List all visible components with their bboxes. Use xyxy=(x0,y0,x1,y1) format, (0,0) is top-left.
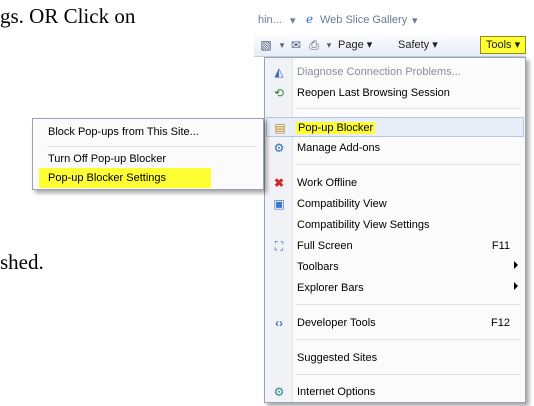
submenu-arrow-icon xyxy=(514,282,518,290)
submenu-item-label: Turn Off Pop-up Blocker xyxy=(48,153,166,165)
menu-item-label: Diagnose Connection Problems... xyxy=(297,66,461,78)
document-text-line-2: shed. xyxy=(0,250,44,274)
menu-item-diagnose-connection[interactable]: ◭ Diagnose Connection Problems... xyxy=(266,62,524,82)
read-mail-icon[interactable]: ✉ xyxy=(288,37,304,53)
page-menu-button[interactable]: Page ▾ xyxy=(338,37,372,53)
web-slice-icon: ℯ xyxy=(306,12,314,26)
submenu-arrow-icon xyxy=(514,261,518,269)
menu-separator xyxy=(296,108,520,109)
menu-item-compatibility-view-settings[interactable]: Compatibility View Settings xyxy=(266,215,524,235)
favorites-bar: hin... ▾ ℯ Web Slice Gallery ▾ xyxy=(254,0,526,34)
menu-separator xyxy=(296,374,520,375)
document-text-line-1: gs. OR Click on xyxy=(0,4,136,28)
tools-menu-button[interactable]: Tools ▾ xyxy=(480,36,526,54)
popup-blocker-submenu: Block Pop-ups from This Site... Turn Off… xyxy=(32,118,264,190)
submenu-item-block-popups-site[interactable]: Block Pop-ups from This Site... xyxy=(35,122,261,142)
safety-menu-button[interactable]: Safety ▾ xyxy=(398,37,438,53)
command-bar: ▧ ▾ ✉ ⎙ ▾ Page ▾ Safety ▾ Tools ▾ xyxy=(254,34,526,57)
addons-icon: ⚙ xyxy=(273,141,285,155)
reopen-icon: ⟲ xyxy=(273,86,285,100)
menu-item-suggested-sites[interactable]: Suggested Sites xyxy=(266,348,524,368)
menu-item-full-screen[interactable]: ⛶ Full Screen F11 xyxy=(266,236,524,256)
popup-blocker-icon: ▤ xyxy=(274,121,286,135)
menu-item-label: Compatibility View Settings xyxy=(297,219,430,231)
menu-item-label: Developer Tools xyxy=(297,317,376,329)
menu-item-label: Full Screen xyxy=(297,240,353,252)
rss-feeds-icon[interactable]: ▧ xyxy=(258,37,274,53)
web-slice-gallery-link[interactable]: Web Slice Gallery xyxy=(320,14,407,26)
compat-view-icon: ▣ xyxy=(273,197,285,211)
menu-separator xyxy=(47,146,257,147)
menu-separator xyxy=(296,164,520,165)
chevron-down-icon[interactable]: ▾ xyxy=(321,37,337,53)
menu-item-reopen-session[interactable]: ⟲ Reopen Last Browsing Session xyxy=(266,83,524,103)
menu-separator xyxy=(296,339,520,340)
menu-item-label: Work Offline xyxy=(297,177,358,189)
shortcut-f11: F11 xyxy=(491,240,510,252)
menu-item-popup-blocker[interactable]: ▤ Pop-up Blocker xyxy=(266,117,524,137)
tools-menu-label: Tools xyxy=(485,39,512,51)
work-offline-icon: ✖ xyxy=(273,176,285,190)
submenu-item-label: Block Pop-ups from This Site... xyxy=(48,126,199,138)
menu-item-label: Explorer Bars xyxy=(297,282,364,294)
page-menu-label: Page xyxy=(338,39,364,51)
developer-tools-icon: ‹› xyxy=(275,316,283,330)
menu-item-label: Pop-up Blocker xyxy=(296,122,376,134)
menu-item-label: Reopen Last Browsing Session xyxy=(297,87,450,99)
menu-item-label: Internet Options xyxy=(297,386,376,398)
safety-menu-label: Safety xyxy=(398,39,430,51)
shortcut-f12: F12 xyxy=(491,317,510,329)
submenu-item-blocker-settings[interactable]: Pop-up Blocker Settings xyxy=(39,168,211,188)
menu-item-manage-addons[interactable]: ⚙ Manage Add-ons xyxy=(266,138,524,158)
tools-menu: ◭ Diagnose Connection Problems... ⟲ Reop… xyxy=(264,57,526,403)
menu-separator xyxy=(296,304,520,305)
submenu-item-turn-off-blocker[interactable]: Turn Off Pop-up Blocker xyxy=(35,149,261,169)
menu-item-work-offline[interactable]: ✖ Work Offline xyxy=(266,173,524,193)
menu-item-developer-tools[interactable]: ‹› Developer Tools F12 xyxy=(266,313,524,333)
menu-item-label: Suggested Sites xyxy=(297,352,378,364)
menu-item-internet-options[interactable]: ⚙ Internet Options xyxy=(266,382,524,402)
menu-item-label: Manage Add-ons xyxy=(297,142,381,154)
menu-item-label: Compatibility View xyxy=(297,198,387,210)
menu-item-compatibility-view[interactable]: ▣ Compatibility View xyxy=(266,194,524,214)
menu-item-label: Toolbars xyxy=(297,261,339,273)
menu-item-toolbars[interactable]: Toolbars xyxy=(266,257,524,277)
chevron-down-icon[interactable]: ▾ xyxy=(412,14,418,27)
favorites-fragment[interactable]: hin... xyxy=(258,14,282,26)
diagnose-icon: ◭ xyxy=(274,65,284,79)
print-icon[interactable]: ⎙ xyxy=(306,37,322,53)
fullscreen-icon: ⛶ xyxy=(274,239,284,253)
chevron-down-icon[interactable]: ▾ xyxy=(290,14,296,27)
menu-item-explorer-bars[interactable]: Explorer Bars xyxy=(266,278,524,298)
submenu-item-label: Pop-up Blocker Settings xyxy=(48,172,167,184)
internet-options-icon: ⚙ xyxy=(273,385,285,399)
